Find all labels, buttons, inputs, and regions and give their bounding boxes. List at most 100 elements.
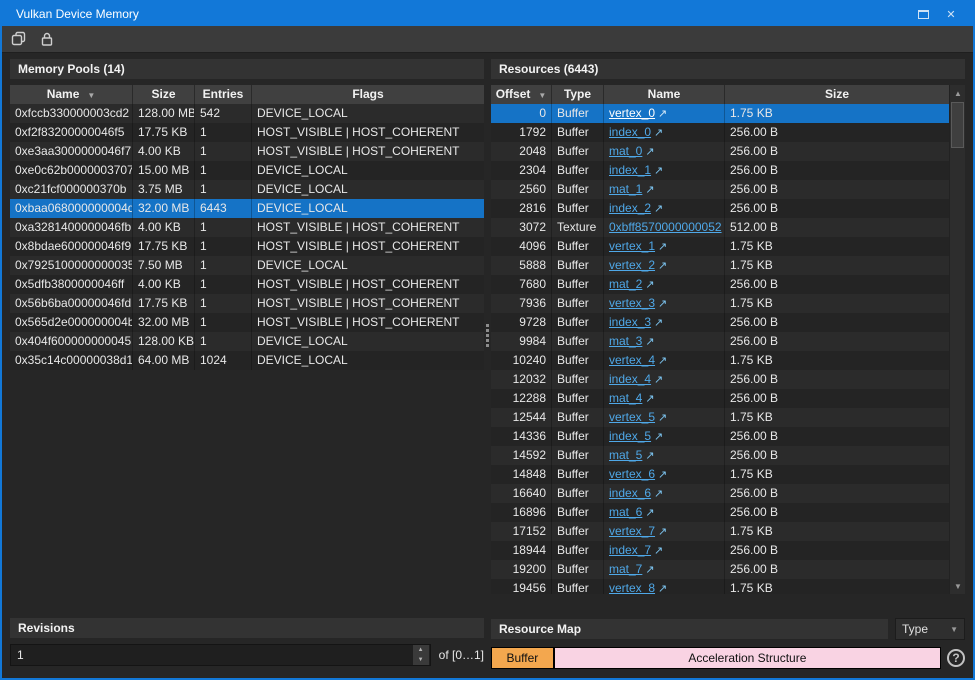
resources-scrollbar[interactable]: ▲ ▼ <box>949 85 965 594</box>
revision-value[interactable]: 1 <box>11 648 413 662</box>
table-row[interactable]: 0xfccb330000003cd2128.00 MB542DEVICE_LOC… <box>10 104 484 123</box>
resource-link[interactable]: index_3 <box>609 315 651 329</box>
resource-link[interactable]: mat_2 <box>609 277 642 291</box>
resource-link[interactable]: 0xbff8570000000052 <box>609 220 722 234</box>
table-row[interactable]: 2560Buffermat_1↗256.00 B <box>491 180 949 199</box>
table-row[interactable]: 2048Buffermat_0↗256.00 B <box>491 142 949 161</box>
table-row[interactable]: 17152Buffervertex_7↗1.75 KB <box>491 522 949 541</box>
table-row[interactable]: 10240Buffervertex_4↗1.75 KB <box>491 351 949 370</box>
cell-flags: DEVICE_LOCAL <box>252 180 484 199</box>
table-row[interactable]: 0x404f600000000045128.00 KB1DEVICE_LOCAL <box>10 332 484 351</box>
float-window-button[interactable] <box>909 5 937 23</box>
table-row[interactable]: 12288Buffermat_4↗256.00 B <box>491 389 949 408</box>
goto-resource-icon: ↗ <box>654 431 663 443</box>
memory-pools-table[interactable]: Name▼SizeEntriesFlags0xfccb330000003cd21… <box>10 85 484 370</box>
table-row[interactable]: 4096Buffervertex_1↗1.75 KB <box>491 237 949 256</box>
close-window-button[interactable]: ✕ <box>937 5 965 23</box>
cell-offset: 1792 <box>491 123 552 142</box>
table-row[interactable]: 0xa3281400000046fb4.00 KB1HOST_VISIBLE |… <box>10 218 484 237</box>
table-row[interactable]: 14592Buffermat_5↗256.00 B <box>491 446 949 465</box>
table-row[interactable]: 16896Buffermat_6↗256.00 B <box>491 503 949 522</box>
resource-link[interactable]: vertex_8 <box>609 581 655 594</box>
column-header-offset[interactable]: Offset▼ <box>491 85 552 104</box>
resource-link[interactable]: mat_3 <box>609 334 642 348</box>
table-row[interactable]: 0xbaa068000000004d32.00 MB6443DEVICE_LOC… <box>10 199 484 218</box>
cell-offset: 16896 <box>491 503 552 522</box>
new-window-icon[interactable] <box>8 28 30 50</box>
resource-link[interactable]: mat_5 <box>609 448 642 462</box>
resource-link[interactable]: vertex_6 <box>609 467 655 481</box>
map-segment-buffer[interactable]: Buffer <box>492 648 555 668</box>
resource-link[interactable]: vertex_3 <box>609 296 655 310</box>
resource-link[interactable]: vertex_7 <box>609 524 655 538</box>
table-row[interactable]: 2304Bufferindex_1↗256.00 B <box>491 161 949 180</box>
resource-link[interactable]: vertex_0 <box>609 106 655 120</box>
table-row[interactable]: 9984Buffermat_3↗256.00 B <box>491 332 949 351</box>
table-row[interactable]: 19200Buffermat_7↗256.00 B <box>491 560 949 579</box>
resource-link[interactable]: mat_1 <box>609 182 642 196</box>
table-row[interactable]: 0x35c14c00000038d164.00 MB1024DEVICE_LOC… <box>10 351 484 370</box>
column-header-name[interactable]: Name▼ <box>10 85 133 104</box>
table-row[interactable]: 7680Buffermat_2↗256.00 B <box>491 275 949 294</box>
resource-link[interactable]: vertex_1 <box>609 239 655 253</box>
table-row[interactable]: 0x8bdae600000046f917.75 KB1HOST_VISIBLE … <box>10 237 484 256</box>
table-row[interactable]: 7936Buffervertex_3↗1.75 KB <box>491 294 949 313</box>
table-row[interactable]: 18944Bufferindex_7↗256.00 B <box>491 541 949 560</box>
resource-link[interactable]: index_0 <box>609 125 651 139</box>
map-type-dropdown[interactable]: Type ▼ <box>895 618 965 640</box>
table-row[interactable]: 9728Bufferindex_3↗256.00 B <box>491 313 949 332</box>
table-row[interactable]: 0x5dfb3800000046ff4.00 KB1HOST_VISIBLE |… <box>10 275 484 294</box>
resource-link[interactable]: vertex_5 <box>609 410 655 424</box>
resource-link[interactable]: index_5 <box>609 429 651 443</box>
spin-up-button[interactable]: ▲ <box>413 645 429 655</box>
table-row[interactable]: 0x565d2e000000004b32.00 MB1HOST_VISIBLE … <box>10 313 484 332</box>
resource-link[interactable]: vertex_4 <box>609 353 655 367</box>
spin-down-button[interactable]: ▼ <box>413 655 429 665</box>
resource-link[interactable]: index_2 <box>609 201 651 215</box>
resource-link[interactable]: vertex_2 <box>609 258 655 272</box>
resource-link[interactable]: index_1 <box>609 163 651 177</box>
table-row[interactable]: 3072Texture0xbff8570000000052↗512.00 B <box>491 218 949 237</box>
resource-link[interactable]: mat_4 <box>609 391 642 405</box>
table-row[interactable]: 14848Buffervertex_6↗1.75 KB <box>491 465 949 484</box>
table-row[interactable]: 2816Bufferindex_2↗256.00 B <box>491 199 949 218</box>
table-row[interactable]: 0x79251000000000357.50 MB1DEVICE_LOCAL <box>10 256 484 275</box>
help-icon[interactable]: ? <box>947 649 965 667</box>
revision-spinbox[interactable]: 1 ▲ ▼ <box>10 644 431 666</box>
resource-link[interactable]: mat_6 <box>609 505 642 519</box>
column-header-size[interactable]: Size <box>133 85 195 104</box>
table-row[interactable]: 0Buffervertex_0↗1.75 KB <box>491 104 949 123</box>
table-row[interactable]: 5888Buffervertex_2↗1.75 KB <box>491 256 949 275</box>
lock-icon[interactable] <box>36 28 58 50</box>
resource-map-bar[interactable]: BufferAcceleration Structure <box>491 647 941 669</box>
table-row[interactable]: 19456Buffervertex_8↗1.75 KB <box>491 579 949 594</box>
resource-link[interactable]: mat_0 <box>609 144 642 158</box>
panel-splitter[interactable] <box>484 59 491 612</box>
table-row[interactable]: 0x56b6ba00000046fd17.75 KB1HOST_VISIBLE … <box>10 294 484 313</box>
map-segment-acceleration-structure[interactable]: Acceleration Structure <box>555 648 940 668</box>
table-row[interactable]: 1792Bufferindex_0↗256.00 B <box>491 123 949 142</box>
column-header-type[interactable]: Type <box>552 85 604 104</box>
scrollbar-thumb[interactable] <box>951 102 964 148</box>
table-row[interactable]: 12544Buffervertex_5↗1.75 KB <box>491 408 949 427</box>
cell-entries: 1 <box>195 161 252 180</box>
table-row[interactable]: 16640Bufferindex_6↗256.00 B <box>491 484 949 503</box>
table-row[interactable]: 14336Bufferindex_5↗256.00 B <box>491 427 949 446</box>
table-row[interactable]: 0xe3aa3000000046f74.00 KB1HOST_VISIBLE |… <box>10 142 484 161</box>
table-row[interactable]: 0xe0c62b000000370715.00 MB1DEVICE_LOCAL <box>10 161 484 180</box>
column-header-flags[interactable]: Flags <box>252 85 484 104</box>
table-row[interactable]: 0xf2f83200000046f517.75 KB1HOST_VISIBLE … <box>10 123 484 142</box>
column-header-name[interactable]: Name <box>604 85 725 104</box>
resource-link[interactable]: index_4 <box>609 372 651 386</box>
column-header-entries[interactable]: Entries <box>195 85 252 104</box>
table-row[interactable]: 0xc21fcf000000370b3.75 MB1DEVICE_LOCAL <box>10 180 484 199</box>
resource-link[interactable]: index_7 <box>609 543 651 557</box>
scroll-down-button[interactable]: ▼ <box>950 578 965 594</box>
goto-resource-icon: ↗ <box>654 165 663 177</box>
resource-link[interactable]: mat_7 <box>609 562 642 576</box>
table-row[interactable]: 12032Bufferindex_4↗256.00 B <box>491 370 949 389</box>
resources-table[interactable]: Offset▼TypeNameSize0Buffervertex_0↗1.75 … <box>491 85 949 594</box>
column-header-size[interactable]: Size <box>725 85 949 104</box>
resource-link[interactable]: index_6 <box>609 486 651 500</box>
scroll-up-button[interactable]: ▲ <box>950 85 965 101</box>
